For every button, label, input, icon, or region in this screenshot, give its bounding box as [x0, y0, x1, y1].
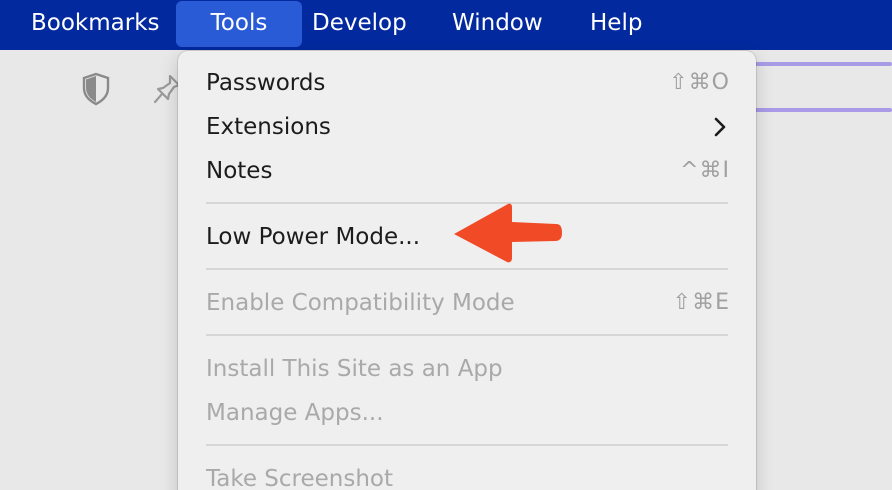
shortcut-passwords: ⇧⌘O — [669, 70, 730, 95]
menu-separator — [206, 334, 728, 336]
tools-dropdown-menu: Passwords ⇧⌘O Extensions Notes ^⌘I Low P… — [178, 51, 756, 490]
menu-item-enable-compatibility-mode[interactable]: Enable Compatibility Mode — [206, 283, 515, 323]
menu-item-manage-apps[interactable]: Manage Apps... — [206, 393, 384, 433]
menu-item-notes[interactable]: Notes — [206, 151, 272, 191]
menu-separator — [206, 268, 728, 270]
menu-window[interactable]: Window — [452, 0, 543, 46]
accent-line-bottom — [752, 108, 892, 112]
annotation-arrow-icon — [452, 200, 564, 266]
menu-tools[interactable]: Tools — [176, 1, 302, 47]
menu-item-take-screenshot[interactable]: Take Screenshot — [206, 459, 393, 490]
menu-item-install-site-as-app[interactable]: Install This Site as an App — [206, 349, 503, 389]
menu-help[interactable]: Help — [590, 0, 642, 46]
menu-item-passwords[interactable]: Passwords — [206, 63, 325, 103]
shortcut-compatibility-mode: ⇧⌘E — [672, 290, 730, 315]
shortcut-notes: ^⌘I — [680, 158, 730, 183]
accent-line-top — [752, 62, 892, 66]
shield-icon[interactable] — [81, 72, 111, 106]
menu-bar: Bookmarks Tools Develop Window Help — [0, 0, 892, 50]
menu-develop[interactable]: Develop — [312, 0, 407, 46]
menu-bookmarks[interactable]: Bookmarks — [31, 0, 160, 46]
menu-separator — [206, 444, 728, 446]
chevron-right-icon — [710, 107, 730, 147]
menu-item-extensions[interactable]: Extensions — [206, 107, 331, 147]
menu-item-low-power-mode[interactable]: Low Power Mode... — [206, 217, 420, 257]
